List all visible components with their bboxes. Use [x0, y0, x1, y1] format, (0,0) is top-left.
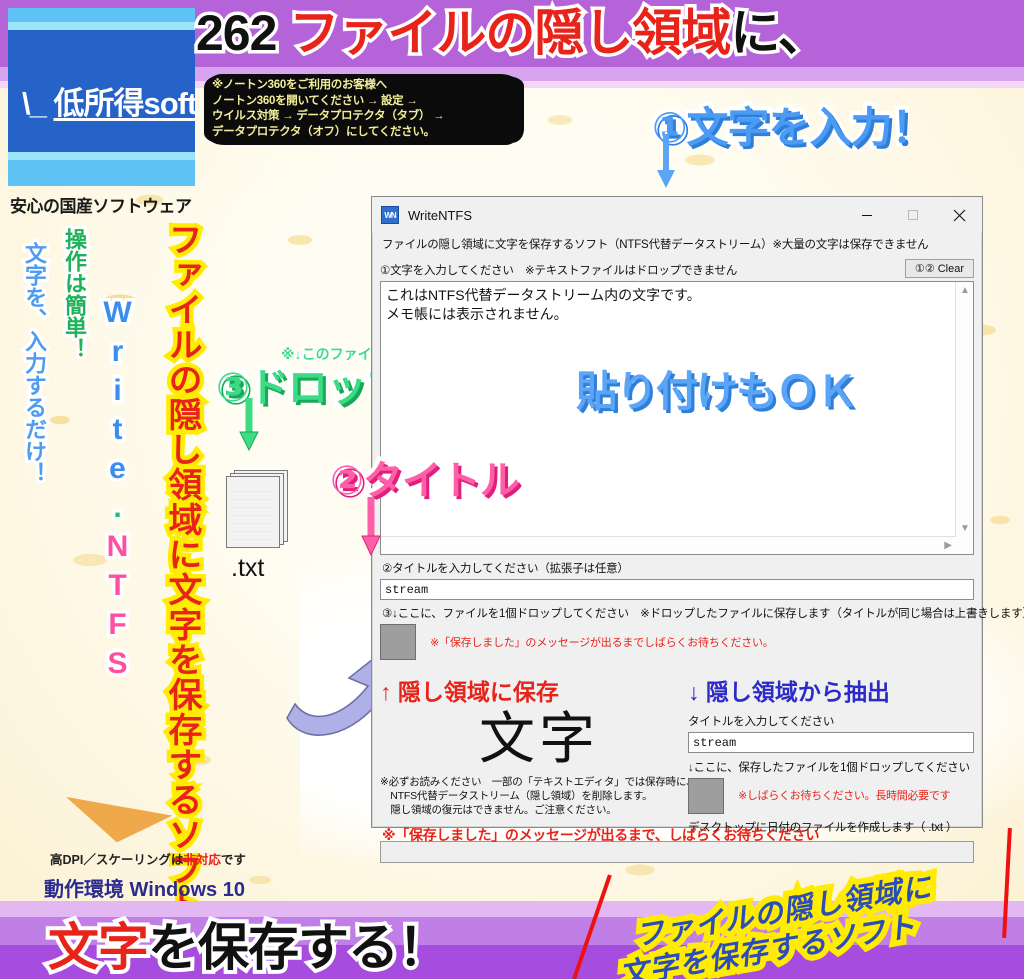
norton-line-4: データプロテクタ（オフ）にしてください。	[212, 125, 435, 138]
page-title-black: に、	[727, 2, 831, 65]
extract-title-input[interactable]: stream	[688, 732, 974, 753]
panels-row: ↑ 隠し領域に保存 文字 ※必ずお読みください 一部の「テキストエディタ」では保…	[380, 673, 974, 835]
page-title-red: ファイルの隠し領域	[286, 2, 735, 65]
save-panel: ↑ 隠し領域に保存 文字 ※必ずお読みください 一部の「テキストエディタ」では保…	[380, 673, 697, 835]
scroll-right-icon[interactable]: ▶	[944, 540, 952, 551]
step1-annotation: ①文字を入力！	[648, 100, 938, 155]
bottom-title-red: 文字	[44, 915, 153, 979]
norton-line-2: ノートン360を開いてください → 設定 →	[212, 94, 418, 107]
page-title-number: 262	[192, 2, 280, 65]
minimize-icon[interactable]	[844, 198, 890, 232]
window-title: WriteNTFS	[408, 207, 473, 223]
vertical-rite: rite	[98, 332, 138, 495]
logo-stripe-bottom	[8, 152, 195, 160]
vertical-input-label: 文字を、入力するだけ！	[19, 239, 50, 487]
save-big-glyph: 文字	[479, 707, 599, 770]
file-extension-label: .txt	[231, 554, 265, 582]
logo-label: \_ 低所得soft	[22, 78, 202, 123]
norton-line-3: ウイルス対策 → データプロテクタ（タブ） →	[212, 110, 445, 122]
extract-drop-label: ↓ここに、保存したファイルを1個ドロップしてください	[688, 762, 970, 774]
logo-stripe-top	[8, 22, 195, 30]
vertical-ntfs: NTFS	[98, 527, 138, 690]
paste-ok-annotation: 貼り付けもＯＫ	[576, 368, 858, 415]
window-controls	[844, 198, 982, 232]
maximize-icon[interactable]	[890, 198, 936, 232]
app-icon: WN	[381, 206, 399, 224]
step2-annotation: ②タイトル	[326, 455, 524, 507]
bottom-title: 文字を保存する！	[44, 906, 453, 979]
norton-line-1: ※ノートン360をご利用のお客様へ	[212, 79, 387, 91]
app-description: ファイルの隠し領域に文字を保存するソフト（NTFS代替データストリーム）※大量の…	[382, 239, 929, 251]
title-field-label: ②タイトルを入力してください（拡張子は任意）	[382, 563, 629, 575]
vertical-product-name: Write.NTFS	[98, 293, 138, 690]
input-header-row: ①文字を入力してください ※テキストファイルはドロップできません ①② Clea…	[380, 259, 974, 281]
dpi-note-post: です	[220, 853, 246, 867]
norton-notice: ※ノートン360をご利用のお客様へ ノートン360を開いてください → 設定 →…	[206, 74, 520, 145]
save-drop-row: ※「保存しました」のメッセージが出るまでしばらくお待ちください。	[380, 624, 974, 660]
extract-heading: ↓ 隠し領域から抽出	[688, 679, 890, 705]
logo-text-label: 低所得soft	[53, 86, 197, 121]
vertical-dot: .	[98, 488, 138, 534]
extract-title-label: タイトルを入力してください	[688, 716, 835, 728]
step2-arrow-icon	[361, 497, 381, 557]
textarea-vertical-scrollbar[interactable]: ▲ ▼	[955, 282, 973, 537]
dpi-note-red: 非対応	[183, 853, 221, 867]
dpi-note: 高DPI／スケーリングは非対応です	[50, 849, 246, 868]
page-title: 262 ファイルの隠し領域に、	[192, 2, 831, 65]
vertical-w: W	[98, 293, 138, 339]
extract-panel: ↓ 隠し領域から抽出 タイトルを入力してください stream ↓ここに、保存し…	[680, 673, 974, 835]
app-window: WN WriteNTFS ファイルの隠し領域に文字を保存するソフト（NTFS代替…	[371, 196, 1024, 863]
title-input[interactable]: stream	[380, 579, 974, 600]
close-icon[interactable]	[936, 198, 982, 232]
save-note-line-2: NTFS代替データストリーム（隠し領域）を削除します。	[380, 790, 653, 802]
extract-drop-row: ※しばらくお待ちください。長時間必要です	[688, 778, 974, 814]
save-note: ※必ずお読みください 一部の「テキストエディタ」では保存時に、 NTFS代替デー…	[380, 771, 697, 817]
save-heading: ↑ 隠し領域に保存	[380, 679, 559, 705]
textarea-value: これはNTFS代替データストリーム内の文字です。 メモ帳には表示されません。	[386, 287, 701, 322]
txt-file-icon	[226, 470, 288, 548]
dpi-note-pre: 高DPI／スケーリングは	[50, 853, 184, 867]
poster-root: \_ 低所得soft 安心の国産ソフトウェア 262 ファイルの隠し領域に、 ※…	[0, 0, 1024, 979]
environment-note: 動作環境 Windows 10	[44, 879, 245, 901]
logo-sublabel: 安心の国産ソフトウェア	[10, 197, 192, 216]
file-lines	[232, 491, 272, 543]
bottom-title-black: を保存する！	[144, 915, 453, 979]
scrollbar-corner	[956, 537, 973, 554]
logo-mark-glyph: \_	[22, 86, 47, 121]
drop-field-label: ③↓ここに、ファイルを1個ドロップしてください ※ドロップしたファイルに保存しま…	[382, 608, 1024, 620]
textarea-horizontal-scrollbar[interactable]: ▶	[381, 536, 956, 554]
save-drop-warning: ※「保存しました」のメッセージが出るまでしばらくお待ちください。	[430, 637, 774, 649]
save-wait-message: ※「保存しました」のメッセージが出るまで、しばらくお待ちください	[382, 827, 820, 843]
step1-field-label: ①文字を入力してください ※テキストファイルはドロップできません	[380, 265, 738, 277]
scroll-up-icon[interactable]: ▲	[960, 285, 970, 296]
window-titlebar[interactable]: WN WriteNTFS	[372, 197, 982, 233]
clear-button[interactable]: ①② Clear	[904, 259, 974, 278]
save-note-line-3: 隠し領域の復元はできません。ご注意ください。	[380, 804, 617, 816]
save-drop-target[interactable]	[380, 624, 416, 660]
extract-drop-target[interactable]	[688, 778, 724, 814]
extract-warning: ※しばらくお待ちください。長時間必要です	[738, 790, 951, 802]
window-client-area: ファイルの隠し領域に文字を保存するソフト（NTFS代替データストリーム）※大量の…	[372, 233, 1024, 835]
save-note-line-1: ※必ずお読みください 一部の「テキストエディタ」では保存時に、	[380, 776, 697, 788]
step3-arrow-icon	[239, 398, 259, 452]
step1-arrow-icon	[655, 132, 677, 190]
file-page-front	[226, 476, 280, 548]
scroll-down-icon[interactable]: ▼	[960, 523, 970, 534]
vertical-easy-label: 操作は簡単！	[59, 225, 90, 363]
